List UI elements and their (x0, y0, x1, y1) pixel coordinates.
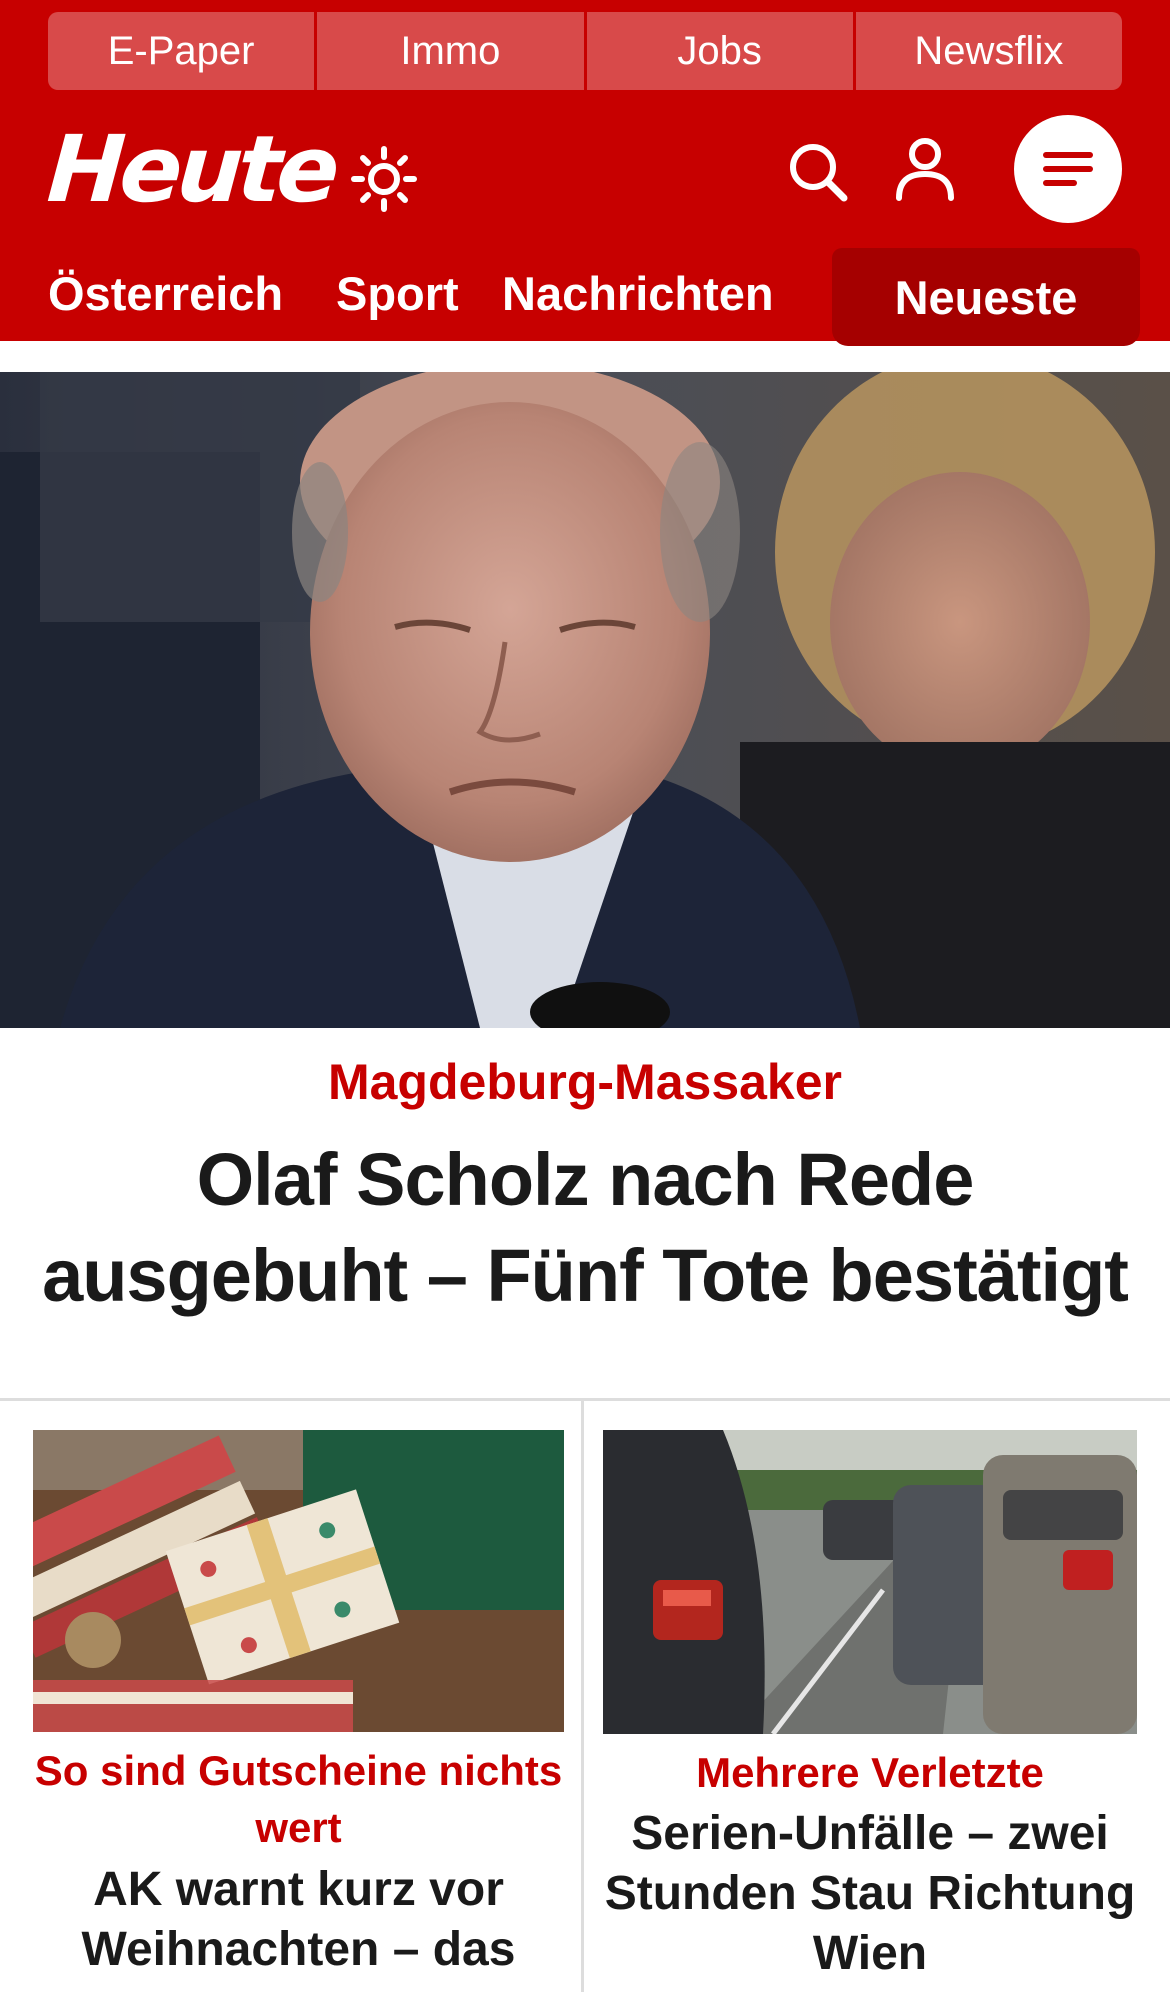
tab-newsflix[interactable]: Newsflix (855, 12, 1122, 90)
menu-button[interactable] (1014, 115, 1122, 223)
tab-jobs[interactable]: Jobs (586, 12, 856, 90)
nav-item-oesterreich[interactable]: Österreich (48, 266, 283, 322)
teaser-kicker-right[interactable]: Mehrere Verletzte (603, 1744, 1137, 1801)
tab-immo[interactable]: Immo (317, 12, 587, 90)
brand-row: Heute (0, 110, 1170, 240)
user-icon[interactable] (894, 136, 956, 202)
hero-kicker[interactable]: Magdeburg-Massaker (0, 1052, 1170, 1112)
teaser-image-gift[interactable] (33, 1430, 564, 1732)
tab-e-paper[interactable]: E-Paper (48, 12, 318, 90)
teaser-headline-left[interactable]: AK warnt kurz vor Weihnachten – das (33, 1860, 564, 1980)
heute-logo[interactable]: Heute (44, 116, 338, 223)
top-service-tabs: E-Paper Immo Jobs Newsflix (48, 12, 1122, 90)
menu-icon (1043, 152, 1093, 186)
gift-photo (33, 1430, 564, 1732)
nav-item-sport[interactable]: Sport (336, 266, 459, 322)
column-divider (581, 1400, 584, 1992)
site-header: E-Paper Immo Jobs Newsflix Heute Österre… (0, 0, 1170, 347)
main-navigation: Österreich Sport Nachrichten Neueste (0, 244, 1170, 347)
search-icon[interactable] (786, 140, 850, 204)
section-divider (0, 1398, 1170, 1401)
teaser-kicker-left[interactable]: So sind Gutscheine nichts wert (33, 1742, 564, 1856)
teaser-headline-right[interactable]: Serien-Unfälle – zwei Stunden Stau Richt… (603, 1804, 1137, 1984)
nav-item-neueste[interactable]: Neueste (832, 248, 1140, 346)
hero-headline[interactable]: Olaf Scholz nach Rede ausgebuht – Fünf T… (10, 1132, 1160, 1324)
teaser-image-traffic[interactable] (603, 1430, 1137, 1734)
hero-photo (0, 372, 1170, 1028)
sun-icon[interactable] (350, 145, 418, 213)
traffic-photo (603, 1430, 1137, 1734)
hero-article-image[interactable] (0, 372, 1170, 1028)
nav-item-nachrichten[interactable]: Nachrichten (502, 266, 774, 322)
